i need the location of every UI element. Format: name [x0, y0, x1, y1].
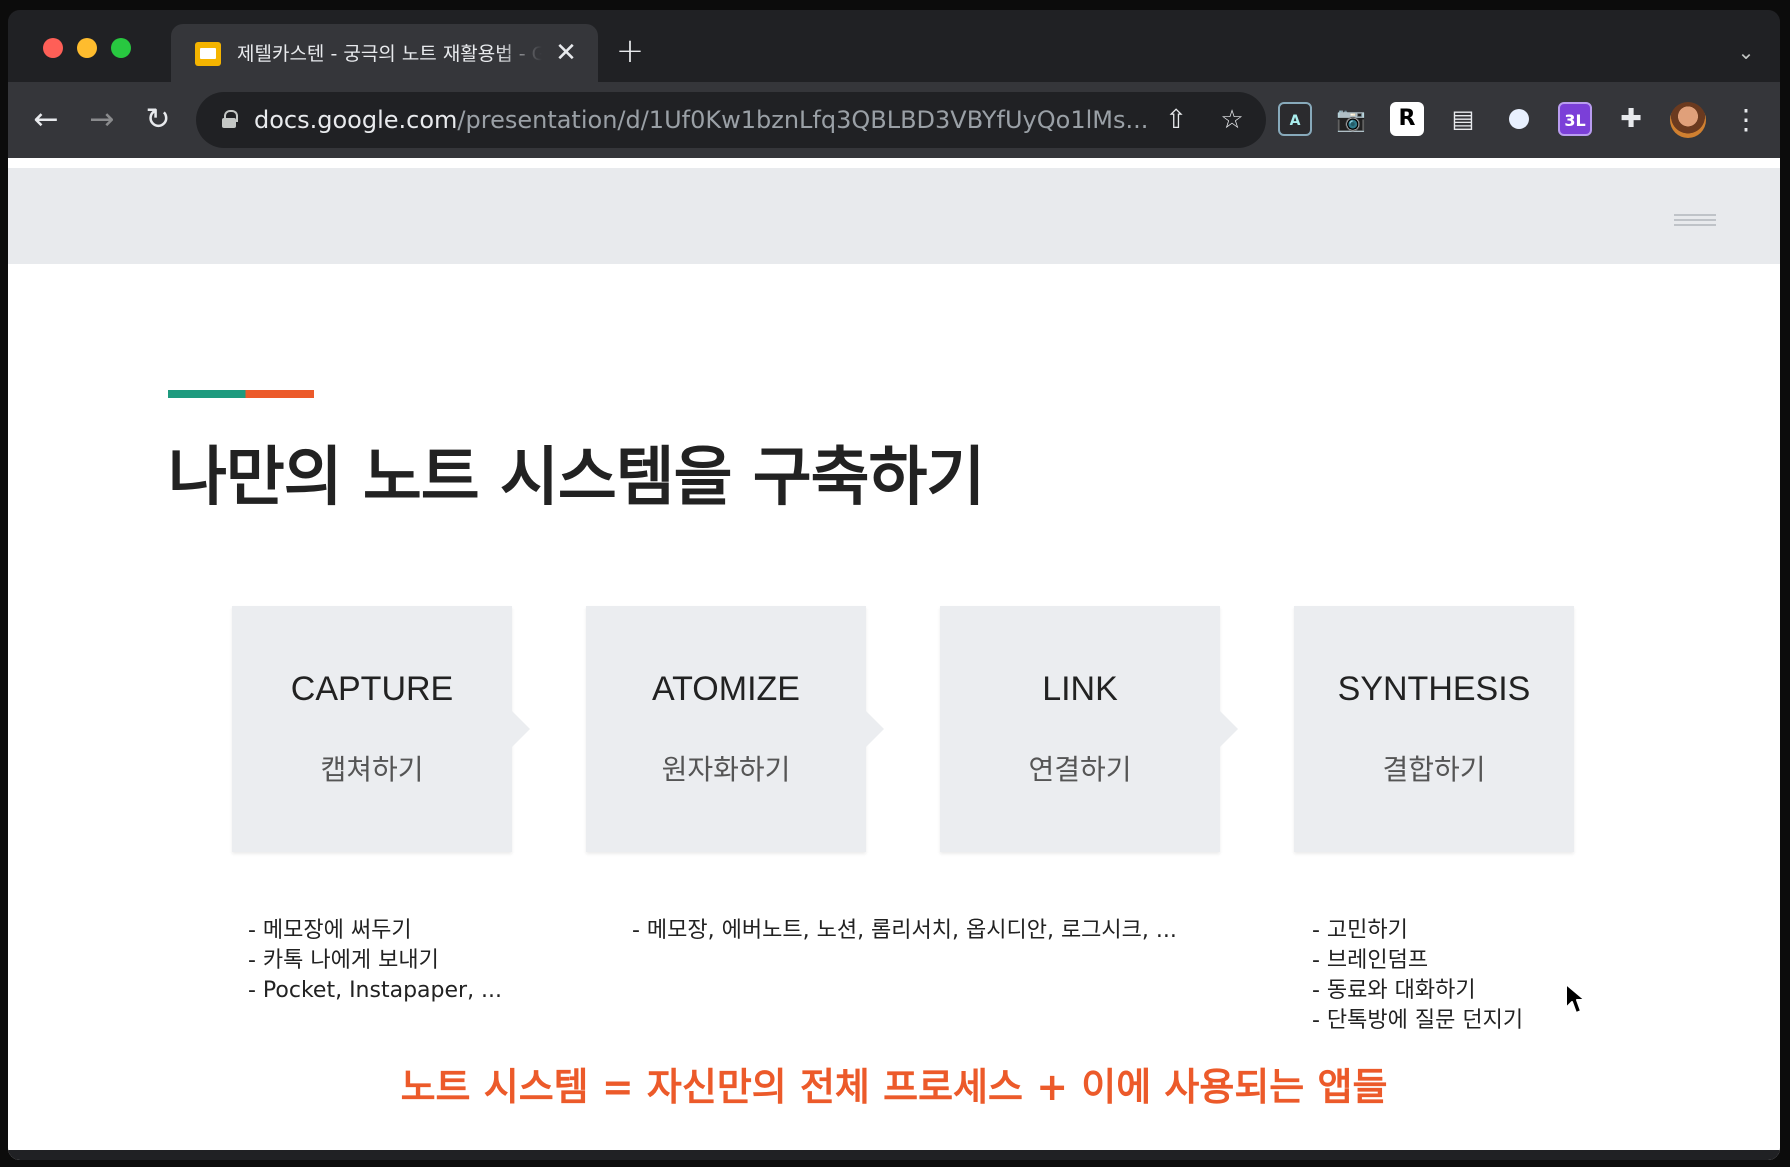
- synthesis-note: - 브레인덤프: [1312, 948, 1429, 973]
- summary-statement: 노트 시스템 = 자신만의 전체 프로세스 + 이에 사용되는 앱들: [400, 1065, 1388, 1109]
- back-arrow-icon[interactable]: ←: [26, 100, 66, 140]
- puzzle-extensions-icon[interactable]: ✚: [1614, 102, 1648, 136]
- url-path: /presentation/d/1Uf0Kw1bznLfq3QBLBD3VBYf…: [457, 106, 1149, 134]
- step-capture: CAPTURE 캡쳐하기: [232, 606, 530, 852]
- close-tab-icon[interactable]: ✕: [551, 38, 581, 68]
- extension-3l-icon[interactable]: 3L: [1558, 102, 1592, 136]
- capture-note: - 메모장에 써두기: [248, 918, 412, 943]
- step-capture-subtitle: 캡쳐하기: [320, 753, 424, 786]
- step-synthesis-title: SYNTHESIS: [1337, 670, 1531, 708]
- step-capture-title: CAPTURE: [290, 670, 454, 708]
- slides-favicon-icon: [195, 42, 221, 66]
- tab-strip: 제텔카스텐 - 궁극의 노트 재활용법 - Google Slides ✕ + …: [8, 10, 1780, 82]
- browser-toolbar: ← → ↻ docs.google.com/presentation/d/1Uf…: [8, 82, 1780, 158]
- apps-note: - 메모장, 에버노트, 노션, 롬리서치, 옵시디안, 로그시크, ...: [632, 916, 1177, 946]
- step-link-title: LINK: [1042, 670, 1118, 708]
- slide-title: 나만의 노트 시스템을 구축하기: [168, 441, 985, 515]
- step-synthesis-subtitle: 결합하기: [1382, 753, 1486, 786]
- mouse-cursor-icon: [1565, 983, 1586, 1014]
- presentation-header-band: [8, 168, 1780, 264]
- reload-icon[interactable]: ↻: [138, 100, 178, 140]
- share-icon[interactable]: ⇧: [1160, 104, 1192, 136]
- step-link: LINK 연결하기: [940, 606, 1238, 852]
- url-text[interactable]: docs.google.com/presentation/d/1Uf0Kw1bz…: [254, 104, 1148, 136]
- lock-icon[interactable]: [222, 110, 238, 128]
- address-bar[interactable]: docs.google.com/presentation/d/1Uf0Kw1bz…: [196, 92, 1266, 148]
- capture-note: - Pocket, Instapaper, ...: [248, 978, 503, 1003]
- bookmark-star-icon[interactable]: ☆: [1216, 104, 1248, 136]
- tab-slides[interactable]: 제텔카스텐 - 궁극의 노트 재활용법 - Google Slides ✕: [171, 24, 598, 82]
- synthesis-note: - 고민하기: [1312, 918, 1408, 943]
- circle-extension-icon[interactable]: [1502, 102, 1536, 136]
- step-atomize-subtitle: 원자화하기: [661, 753, 791, 786]
- capture-notes: - 메모장에 써두기 - 카톡 나에게 보내기 - Pocket, Instap…: [248, 916, 502, 1006]
- url-host: docs.google.com: [254, 106, 458, 134]
- capture-note: - 카톡 나에게 보내기: [248, 948, 439, 973]
- synthesis-note: - 단톡방에 질문 던지기: [1312, 1008, 1524, 1033]
- forward-arrow-icon[interactable]: →: [82, 100, 122, 140]
- step-link-subtitle: 연결하기: [1028, 753, 1132, 786]
- synthesis-note: - 동료와 대화하기: [1312, 978, 1476, 1003]
- step-atomize: ATOMIZE 원자화하기: [586, 606, 884, 852]
- maximize-window-button[interactable]: [111, 38, 131, 58]
- profile-avatar[interactable]: [1670, 102, 1706, 138]
- synthesis-notes: - 고민하기 - 브레인덤프 - 동료와 대화하기 - 단톡방에 질문 던지기: [1312, 916, 1523, 1036]
- bottom-edge: [8, 1150, 1780, 1160]
- step-synthesis: SYNTHESIS 결합하기: [1294, 606, 1574, 852]
- extension-r-icon[interactable]: R: [1390, 102, 1424, 136]
- tab-title: 제텔카스텐 - 궁극의 노트 재활용법 - Google Slides: [237, 43, 542, 65]
- browser-menu-icon[interactable]: ⋮: [1732, 102, 1760, 138]
- close-window-button[interactable]: [43, 38, 63, 58]
- extension-a-icon[interactable]: A: [1278, 102, 1312, 136]
- browser-window: 제텔카스텐 - 궁극의 노트 재활용법 - Google Slides ✕ + …: [8, 10, 1780, 1160]
- title-accent-bar: [168, 390, 314, 398]
- camera-extension-icon[interactable]: 📷: [1334, 102, 1368, 136]
- document-extension-icon[interactable]: ▤: [1446, 102, 1480, 136]
- minimize-window-button[interactable]: [77, 38, 97, 58]
- hamburger-menu-icon[interactable]: [1674, 214, 1716, 228]
- slide-viewer: 나만의 노트 시스템을 구축하기 CAPTURE 캡쳐하기 ATOMIZE 원자…: [8, 158, 1780, 1160]
- step-atomize-title: ATOMIZE: [652, 670, 800, 708]
- apps-note-text: - 메모장, 에버노트, 노션, 롬리서치, 옵시디안, 로그시크, ...: [632, 918, 1177, 943]
- tab-search-chevron-icon[interactable]: ⌄: [1732, 38, 1760, 66]
- new-tab-button[interactable]: +: [612, 34, 648, 70]
